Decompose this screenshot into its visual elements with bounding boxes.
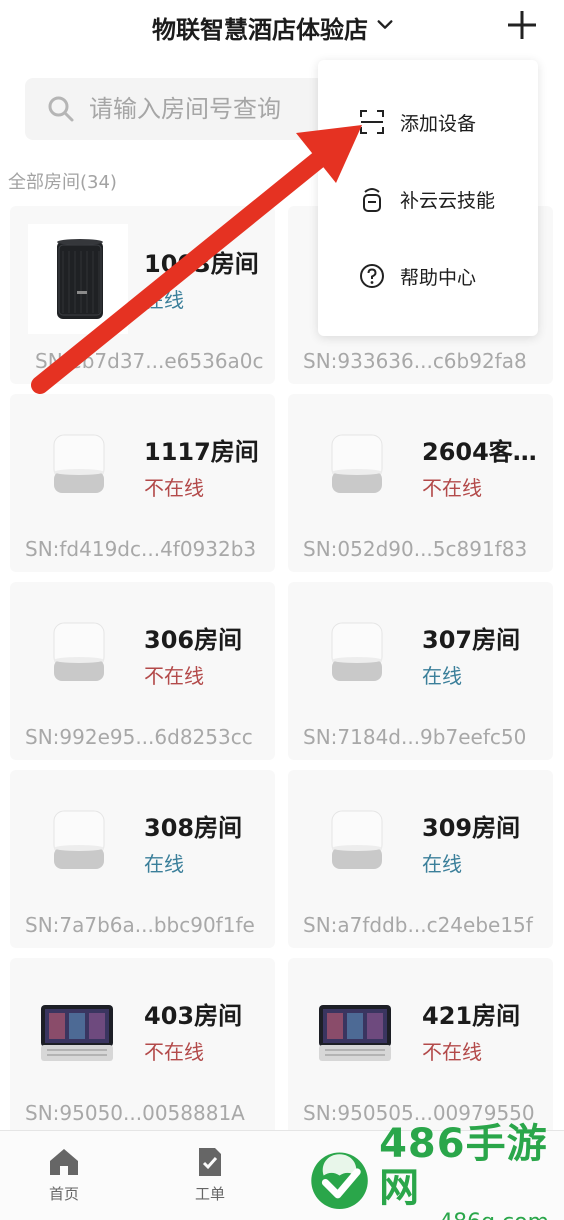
site-watermark: 486手游网 486g.com	[306, 1122, 564, 1220]
search-input[interactable]	[89, 95, 309, 123]
white-speaker-icon	[53, 622, 105, 681]
menu-item-label: 添加设备	[400, 112, 477, 135]
menu-item-label: 补云云技能	[400, 189, 496, 212]
room-card[interactable]: 2604客厅... 不在线 SN:052d90...5c891f83	[288, 394, 553, 572]
device-image	[306, 976, 406, 1086]
store-selector[interactable]: 物联智慧酒店体验店	[152, 10, 394, 45]
room-card[interactable]: 308房间 在线 SN:7a7b6a...bbc90f1fe	[10, 770, 275, 948]
page-title: 物联智慧酒店体验店	[152, 16, 368, 44]
device-sn: SN:7184d...9b7eefc50	[303, 725, 527, 749]
room-name: 421房间	[422, 1002, 521, 1030]
device-sn: SN:992e95...6d8253cc	[25, 725, 253, 749]
room-status: 不在线	[144, 476, 204, 500]
device-sn: SN:fd419dc...4f0932b3	[25, 537, 257, 561]
white-speaker-icon	[53, 434, 105, 493]
room-card[interactable]: 306房间 不在线 SN:992e95...6d8253cc	[10, 582, 275, 760]
watermark-title: 486手游网	[379, 1121, 548, 1211]
search-bar[interactable]	[25, 78, 325, 140]
device-image	[306, 412, 406, 522]
room-count-label: 全部房间(34)	[8, 172, 117, 193]
room-card[interactable]: 403房间 不在线 SN:95050...0058881A	[10, 958, 275, 1136]
tab-label: 工单	[194, 1185, 225, 1203]
chevron-down-icon	[377, 19, 393, 29]
room-status: 在线	[422, 664, 462, 688]
room-status: 在线	[422, 852, 462, 876]
white-speaker-icon	[331, 622, 383, 681]
device-image	[28, 788, 128, 898]
room-card[interactable]: 307房间 在线 SN:7184d...9b7eefc50	[288, 582, 553, 760]
white-speaker-icon	[53, 810, 105, 869]
black-speaker-icon	[33, 227, 123, 331]
device-sn: SN:933636...c6b92fa8	[303, 349, 527, 373]
menu-item-label: 帮助中心	[400, 266, 477, 289]
room-card[interactable]: 421房间 不在线 SN:950505...00979550	[288, 958, 553, 1136]
room-card[interactable]: 309房间 在线 SN:a7fddb...c24ebe15f	[288, 770, 553, 948]
watermark-logo-icon	[311, 1152, 368, 1210]
device-sn: SN:052d90...5c891f83	[303, 537, 528, 561]
watermark-url: 486g.com	[439, 1210, 564, 1220]
room-name: 306房间	[144, 626, 243, 654]
menu-item-add-device[interactable]: 添加设备	[358, 108, 476, 136]
screen-speaker-icon	[319, 1005, 391, 1061]
room-card[interactable]: 1117房间 不在线 SN:fd419dc...4f0932b3	[10, 394, 275, 572]
speaker-skill-icon	[363, 188, 381, 212]
room-status: 不在线	[422, 1040, 482, 1064]
white-speaker-icon	[331, 434, 383, 493]
room-status: 在线	[144, 288, 184, 312]
room-name: 309房间	[422, 814, 521, 842]
device-image	[28, 976, 128, 1086]
device-sn: SN:7a7b6a...bbc90f1fe	[25, 913, 255, 937]
device-image	[306, 788, 406, 898]
device-image	[28, 412, 128, 522]
device-sn: SN:a7fddb...c24ebe15f	[303, 913, 533, 937]
menu-item-skill[interactable]: 补云云技能	[358, 185, 495, 213]
search-icon	[48, 96, 74, 122]
room-status: 不在线	[422, 476, 482, 500]
room-status: 在线	[144, 852, 184, 876]
device-image	[28, 224, 128, 334]
menu-item-help[interactable]: 帮助中心	[358, 262, 476, 290]
device-sn: SN:eb7d37...e6536a0c	[35, 349, 264, 373]
room-status: 不在线	[144, 1040, 204, 1064]
tab-label: 首页	[48, 1185, 79, 1203]
room-name: 307房间	[422, 626, 521, 654]
room-name: 2604客厅...	[422, 438, 547, 466]
room-name: 1003房间	[144, 250, 259, 278]
app-header: 物联智慧酒店体验店	[0, 0, 564, 56]
device-image	[28, 600, 128, 710]
add-menu-popover: 添加设备 补云云技能 帮助中心	[318, 60, 538, 336]
room-name: 1117房间	[144, 438, 259, 466]
scan-icon	[360, 110, 384, 134]
tab-workorder[interactable]: 工单	[170, 1145, 250, 1204]
device-sn: SN:95050...0058881A	[25, 1101, 245, 1125]
room-name: 308房间	[144, 814, 243, 842]
device-image	[306, 600, 406, 710]
workorder-icon	[199, 1148, 221, 1176]
white-speaker-icon	[331, 810, 383, 869]
help-icon	[360, 264, 384, 288]
room-name: 403房间	[144, 1002, 243, 1030]
tab-home[interactable]: 首页	[24, 1145, 104, 1204]
home-icon	[50, 1149, 78, 1175]
plus-icon[interactable]	[505, 8, 539, 42]
screen-speaker-icon	[41, 1005, 113, 1061]
room-card[interactable]: 1003房间 在线 SN:eb7d37...e6536a0c	[10, 206, 275, 384]
room-status: 不在线	[144, 664, 204, 688]
